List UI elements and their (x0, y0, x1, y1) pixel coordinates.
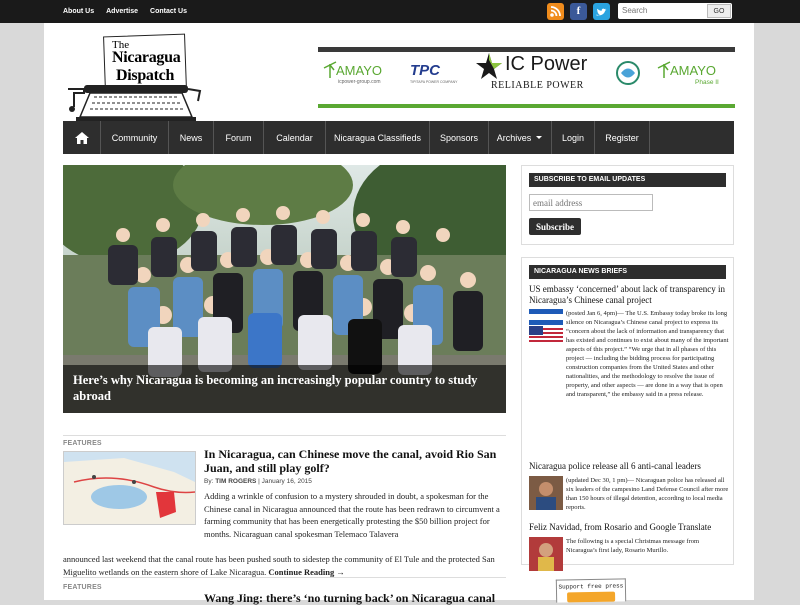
support-free-press-badge[interactable]: Support free press (555, 578, 627, 603)
site-logo[interactable]: The Nicaragua Dispatch (64, 33, 202, 129)
page-container: The Nicaragua Dispatch AMAYO icpower-gro… (44, 23, 754, 605)
nav-archives[interactable]: Archives (489, 121, 552, 154)
nav-community[interactable]: Community (101, 121, 169, 154)
brief-body: (updated Dec 30, 1 pm)— Nicaraguan polic… (566, 477, 729, 511)
ic-power-star-icon (476, 53, 502, 79)
article-thumbnail-map[interactable] (63, 451, 196, 525)
nav-classifieds[interactable]: Nicaragua Classifieds (326, 121, 430, 154)
amayo-left-text: AMAYO (336, 63, 382, 78)
search-input[interactable] (620, 4, 706, 16)
nav-forum-label: Forum (225, 132, 252, 143)
nav-archives-label: Archives (496, 132, 532, 143)
phase-text: Phase II (695, 79, 719, 86)
subscribe-button[interactable]: Subscribe (529, 218, 581, 235)
nav-sponsors-label: Sponsors (439, 132, 479, 143)
main-nav: Community News Forum Calendar Nicaragua … (63, 121, 734, 154)
chevron-down-icon (536, 135, 543, 139)
about-us-link[interactable]: About Us (63, 8, 94, 15)
news-briefs-title: NICARAGUA NEWS BRIEFS (529, 265, 726, 279)
byline-prefix: By: (204, 478, 216, 485)
home-icon (74, 131, 89, 144)
banner-ad[interactable]: AMAYO icpower-group.com TPC TIPITAPA POW… (318, 47, 735, 108)
email-input[interactable] (529, 194, 653, 211)
person-photo (529, 476, 563, 510)
nav-news-label: News (179, 132, 203, 143)
nav-forum[interactable]: Forum (214, 121, 264, 154)
article-excerpt-continued: announced last weekend that the canal ro… (63, 553, 506, 578)
tpc-logo: TPC (410, 62, 440, 79)
nav-home[interactable] (63, 121, 101, 154)
search-box: GO (618, 3, 732, 19)
amayo-url-text: icpower-group.com (338, 79, 381, 85)
article-title[interactable]: Wang Jing: there’s ‘no turning back’ on … (204, 591, 504, 605)
rosario-photo (529, 537, 563, 571)
nav-sponsors[interactable]: Sponsors (430, 121, 489, 154)
brief-thumbnail-person (529, 476, 563, 510)
email-widget-title: SUBSCRIBE TO EMAIL UPDATES (529, 173, 726, 187)
ic-power-tagline: RELIABLE POWER (491, 80, 584, 91)
article-byline: By: TIM ROGERS | January 16, 2015 (204, 478, 312, 485)
byline-author[interactable]: TIM ROGERS (215, 478, 256, 485)
brief-thumbnail-flags (529, 309, 563, 343)
logo-line-2: Nicaragua (112, 49, 181, 66)
facebook-icon[interactable]: f (570, 3, 587, 20)
hero-feature[interactable]: Here’s why Nicaragua is becoming an incr… (63, 165, 506, 413)
article-section-label: FEATURES (63, 440, 102, 447)
support-free-press-text: Support free press (558, 582, 624, 591)
article-title[interactable]: In Nicaragua, can Chinese move the canal… (204, 447, 504, 475)
section-divider (63, 577, 506, 578)
nav-calendar[interactable]: Calendar (264, 121, 326, 154)
section-divider (63, 435, 506, 436)
nav-login-label: Login (561, 132, 585, 143)
contact-us-link[interactable]: Contact Us (150, 8, 187, 15)
hero-caption[interactable]: Here’s why Nicaragua is becoming an incr… (63, 365, 506, 413)
ic-power-brand: IC Power (505, 53, 588, 75)
article-excerpt: Adding a wrinkle of confusion to a myste… (204, 491, 500, 539)
brief-headline[interactable]: US embassy ‘concerned’ about lack of tra… (529, 284, 729, 306)
continue-reading-link[interactable]: Continue Reading → (268, 567, 345, 577)
brief-thumbnail-rosario (529, 537, 563, 571)
email-subscribe-widget: SUBSCRIBE TO EMAIL UPDATES Subscribe (521, 165, 734, 245)
amayo-right-text: AMAYO (670, 63, 716, 78)
nav-community-label: Community (111, 132, 158, 143)
support-button-strip (567, 591, 616, 603)
hero-headline[interactable]: Here’s why Nicaragua is becoming an incr… (73, 372, 493, 404)
rss-icon[interactable] (547, 3, 564, 20)
nav-classifieds-label: Nicaragua Classifieds (333, 132, 422, 143)
flags-image (529, 309, 563, 343)
search-go-button[interactable]: GO (707, 4, 731, 18)
top-bar: About Us Advertise Contact Us f GO (0, 0, 800, 23)
brief-headline[interactable]: Nicaragua police release all 6 anti-cana… (529, 461, 729, 472)
nav-register[interactable]: Register (595, 121, 650, 154)
byline-date: | January 16, 2015 (256, 478, 312, 485)
nav-login[interactable]: Login (552, 121, 595, 154)
brief-body: (posted Jan 6, 4pm)— The U.S. Embassy to… (566, 310, 729, 398)
tpc-subtext: TIPITAPA POWER COMPANY (410, 80, 458, 84)
twitter-icon[interactable] (593, 3, 610, 20)
nav-news[interactable]: News (169, 121, 214, 154)
nav-register-label: Register (605, 132, 639, 143)
brief-body: The following is a special Christmas mes… (566, 538, 700, 554)
top-links: About Us Advertise Contact Us (63, 0, 187, 23)
map-thumbnail (64, 452, 196, 524)
advertise-link[interactable]: Advertise (106, 8, 138, 15)
article-section-label: FEATURES (63, 584, 102, 591)
news-briefs-widget: NICARAGUA NEWS BRIEFS US embassy ‘concer… (521, 257, 734, 571)
nav-calendar-label: Calendar (276, 132, 313, 143)
brief-headline[interactable]: Feliz Navidad, from Rosario and Google T… (529, 522, 729, 533)
globe-icon (616, 61, 640, 85)
